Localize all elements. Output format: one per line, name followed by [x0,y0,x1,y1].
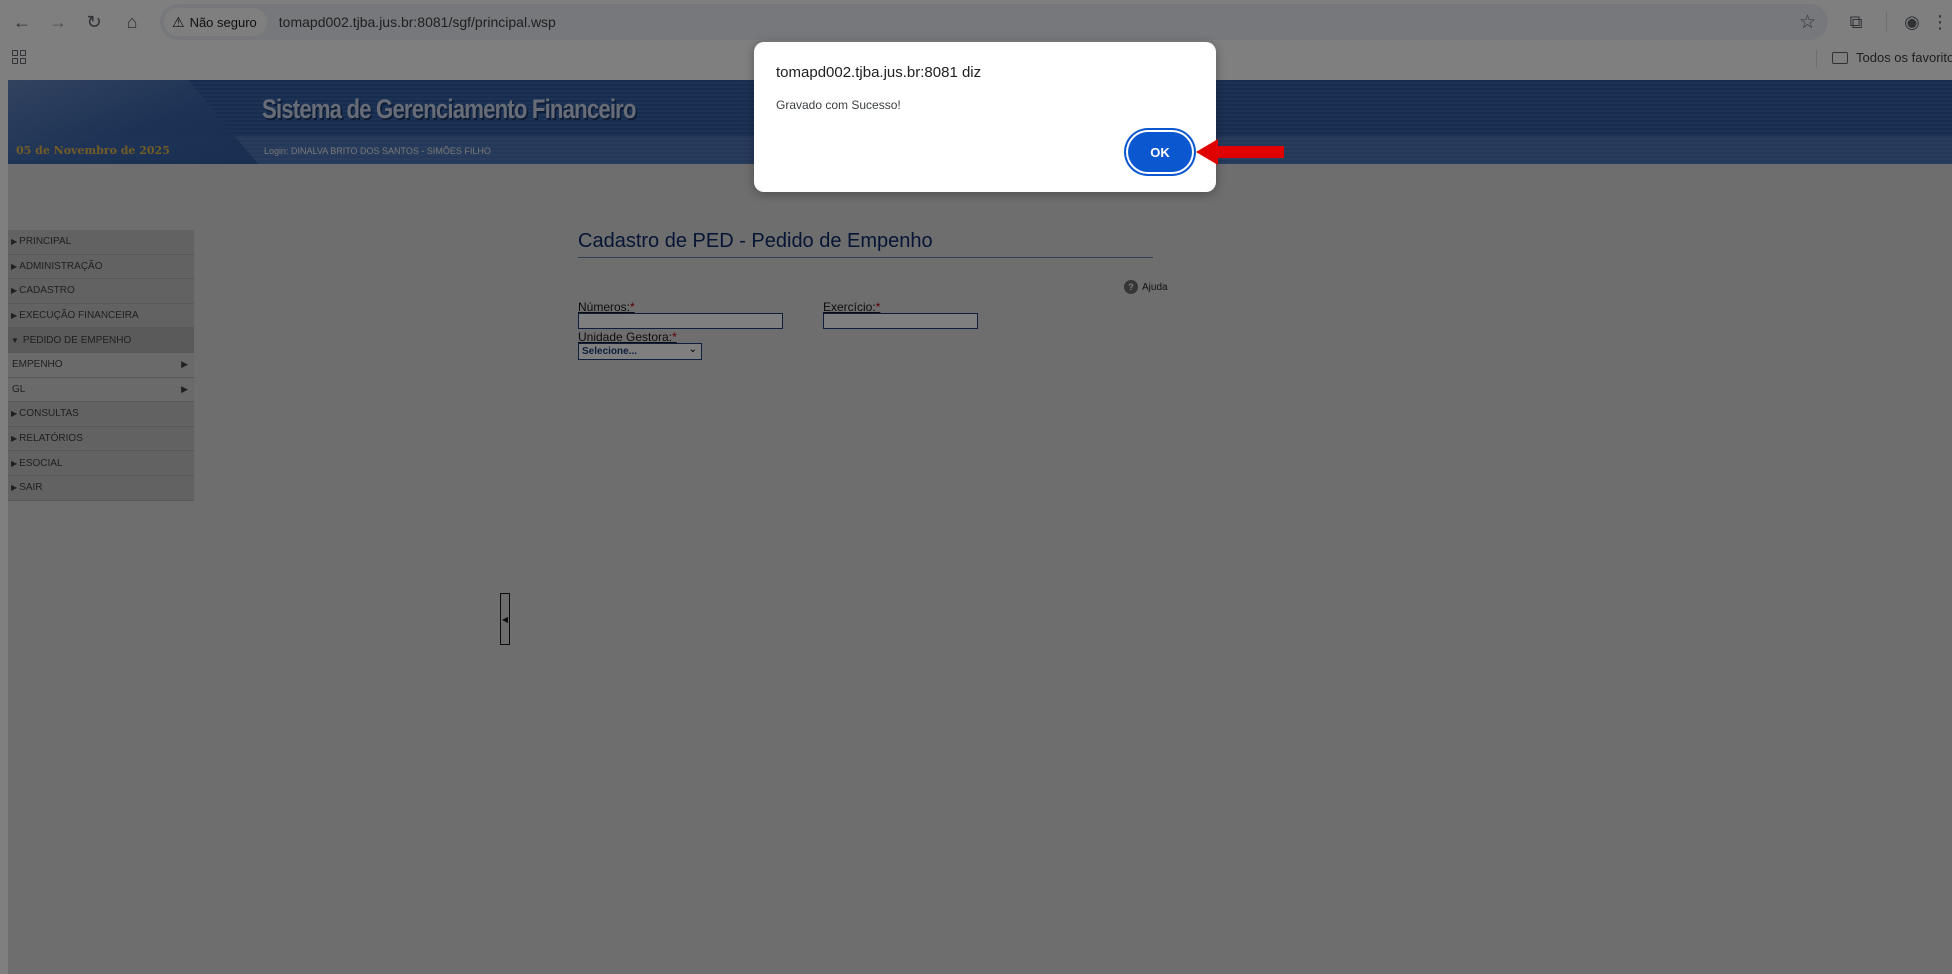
annotation-arrow-icon [1196,139,1284,165]
alert-dialog: tomapd002.tjba.jus.br:8081 diz Gravado c… [754,42,1216,192]
dialog-message: Gravado com Sucesso! [776,98,901,112]
ok-button[interactable]: OK [1128,132,1192,172]
dialog-title: tomapd002.tjba.jus.br:8081 diz [776,64,982,81]
